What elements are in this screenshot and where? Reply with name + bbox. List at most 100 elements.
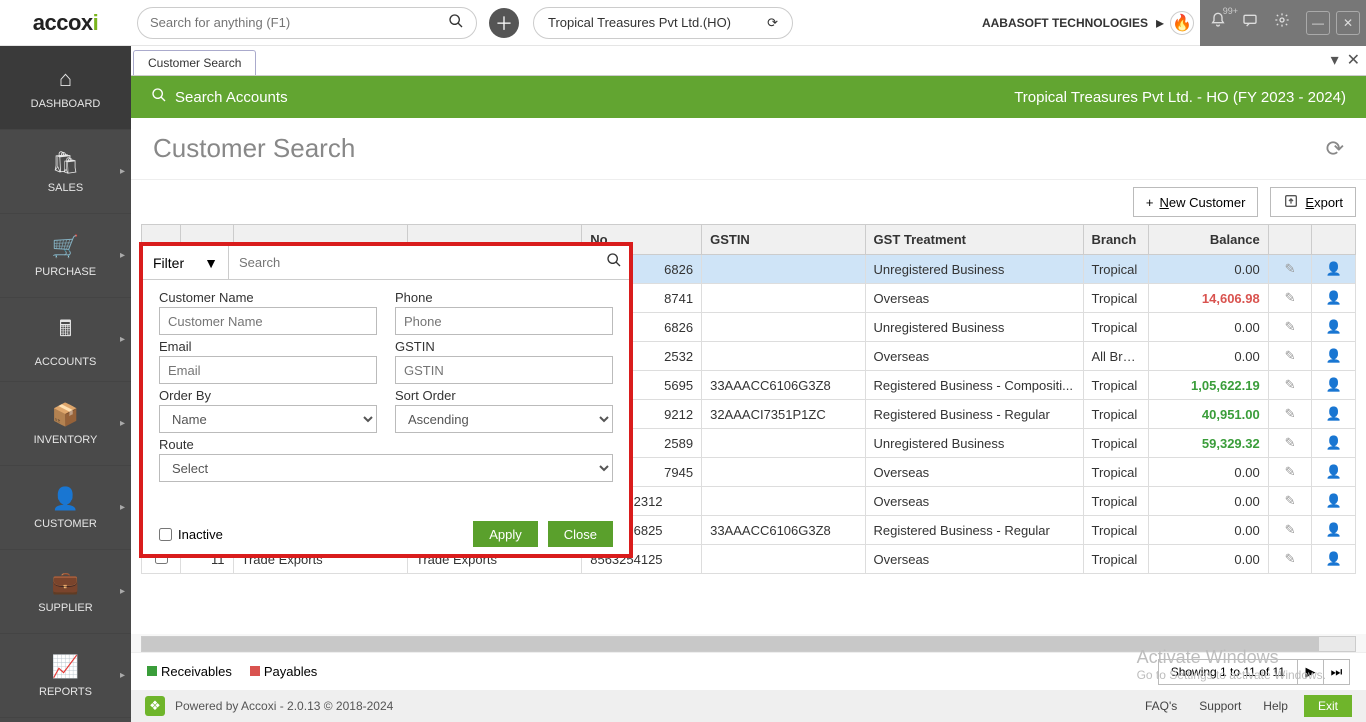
sidebar-item-sales[interactable]: 🛍SALES▸ [0, 130, 131, 214]
edit-icon[interactable]: ✎ [1268, 255, 1312, 284]
fire-icon[interactable]: 🔥 [1170, 11, 1194, 35]
cell-gst: Registered Business - Compositi... [865, 371, 1083, 400]
select-sortorder[interactable]: Ascending [395, 405, 613, 433]
search-icon[interactable] [599, 252, 629, 273]
cell-branch: All Branc [1083, 342, 1148, 371]
exit-button[interactable]: Exit [1304, 695, 1352, 717]
sidebar-item-inventory[interactable]: 📦INVENTORY▸ [0, 382, 131, 466]
input-gstin[interactable] [395, 356, 613, 384]
gear-icon[interactable] [1272, 12, 1292, 33]
user-icon[interactable]: 👤 [1312, 487, 1356, 516]
cell-gstin [702, 342, 865, 371]
edit-icon[interactable]: ✎ [1268, 516, 1312, 545]
user-icon[interactable]: 👤 [1312, 458, 1356, 487]
edit-icon[interactable]: ✎ [1268, 429, 1312, 458]
footer-link-faq[interactable]: FAQ's [1145, 699, 1177, 713]
bell-icon[interactable]: 99+ [1208, 12, 1228, 33]
user-icon[interactable]: 👤 [1312, 313, 1356, 342]
org-name: Tropical Treasures Pvt Ltd.(HO) [548, 15, 731, 30]
global-search-input[interactable] [150, 15, 448, 30]
sidebar-item-reports[interactable]: 📈REPORTS▸ [0, 634, 131, 718]
person-icon: 👤 [52, 486, 79, 512]
refresh-icon[interactable]: ⟳ [1326, 136, 1344, 162]
edit-icon[interactable]: ✎ [1268, 400, 1312, 429]
user-icon[interactable]: 👤 [1312, 371, 1356, 400]
input-phone[interactable] [395, 307, 613, 335]
search-icon [151, 87, 167, 107]
user-icon[interactable]: 👤 [1312, 400, 1356, 429]
global-search[interactable] [137, 7, 477, 39]
user-icon[interactable]: 👤 [1312, 516, 1356, 545]
powered-by: Powered by Accoxi - 2.0.13 © 2018-2024 [175, 699, 393, 713]
pager-next[interactable]: ▶ [1297, 660, 1323, 684]
chevron-right-icon: ▸ [120, 502, 125, 513]
col-branch[interactable]: Branch [1083, 225, 1148, 255]
horizontal-scrollbar[interactable] [141, 636, 1356, 652]
sidebar-label: ACCOUNTS [35, 356, 97, 368]
cell-gst: Overseas [865, 284, 1083, 313]
close-filter-button[interactable]: Close [548, 521, 613, 547]
pager: Showing 1 to 11 of 11 ▶ ⏭ [1158, 659, 1350, 685]
input-customer-name[interactable] [159, 307, 377, 335]
pager-last[interactable]: ⏭ [1323, 660, 1349, 684]
cell-branch: Tropical [1083, 284, 1148, 313]
cell-gstin [702, 255, 865, 284]
edit-icon[interactable]: ✎ [1268, 487, 1312, 516]
edit-icon[interactable]: ✎ [1268, 284, 1312, 313]
cell-gst: Registered Business - Regular [865, 400, 1083, 429]
add-button[interactable]: ＋ [489, 8, 519, 38]
refresh-icon: ⟳ [767, 15, 778, 31]
edit-icon[interactable]: ✎ [1268, 371, 1312, 400]
new-customer-button[interactable]: + New Customer [1133, 187, 1259, 217]
chat-icon[interactable] [1240, 12, 1260, 33]
inactive-checkbox-label[interactable]: Inactive [159, 527, 223, 542]
user-icon[interactable]: 👤 [1312, 255, 1356, 284]
sidebar-label: SUPPLIER [38, 602, 92, 614]
user-icon[interactable]: 👤 [1312, 545, 1356, 574]
col-gst-treatment[interactable]: GST Treatment [865, 225, 1083, 255]
sidebar-item-supplier[interactable]: 💼SUPPLIER▸ [0, 550, 131, 634]
tab-customer-search[interactable]: Customer Search [133, 50, 256, 75]
sidebar-item-dashboard[interactable]: ⌂ DASHBOARD [0, 46, 131, 130]
lbl-gstin: GSTIN [395, 339, 613, 354]
cell-branch: Tropical [1083, 545, 1148, 574]
input-email[interactable] [159, 356, 377, 384]
filter-panel: Filter▼ Customer Name Phone Email GSTIN … [139, 242, 633, 558]
filter-toggle[interactable]: Filter▼ [143, 246, 229, 279]
sidebar-item-accounts[interactable]: 🖩ACCOUNTS▸ [0, 298, 131, 382]
export-button[interactable]: Export [1270, 187, 1356, 217]
sidebar-label: DASHBOARD [31, 98, 101, 110]
page-header: Search Accounts Tropical Treasures Pvt L… [131, 76, 1366, 118]
edit-icon[interactable]: ✎ [1268, 545, 1312, 574]
sidebar-item-purchase[interactable]: 🛒PURCHASE▸ [0, 214, 131, 298]
apply-button[interactable]: Apply [473, 521, 538, 547]
user-icon[interactable]: 👤 [1312, 342, 1356, 371]
col-balance[interactable]: Balance [1148, 225, 1268, 255]
tab-close-icon[interactable]: ✕ [1347, 50, 1360, 70]
org-selector[interactable]: Tropical Treasures Pvt Ltd.(HO) ⟳ [533, 7, 793, 39]
tab-dropdown-icon[interactable]: ▾ [1331, 50, 1339, 70]
select-route[interactable]: Select [159, 454, 613, 482]
user-icon[interactable]: 👤 [1312, 284, 1356, 313]
content: Customer Search ▾ ✕ Search Accounts Trop… [131, 46, 1366, 722]
minimize-button[interactable]: — [1306, 11, 1330, 35]
close-button[interactable]: ✕ [1336, 11, 1360, 35]
sidebar-label: INVENTORY [34, 434, 98, 446]
select-orderby[interactable]: Name [159, 405, 377, 433]
home-icon: ⌂ [59, 66, 72, 92]
edit-icon[interactable]: ✎ [1268, 458, 1312, 487]
footer-link-help[interactable]: Help [1263, 699, 1288, 713]
edit-icon[interactable]: ✎ [1268, 313, 1312, 342]
sidebar-item-customer[interactable]: 👤CUSTOMER▸ [0, 466, 131, 550]
bag-icon: 🛍 [52, 150, 80, 176]
cell-balance: 0.00 [1148, 545, 1268, 574]
user-icon[interactable]: 👤 [1312, 429, 1356, 458]
edit-icon[interactable]: ✎ [1268, 342, 1312, 371]
filter-search-input[interactable] [229, 246, 599, 279]
footer-link-support[interactable]: Support [1199, 699, 1241, 713]
col-gstin[interactable]: GSTIN [702, 225, 865, 255]
chevron-right-icon: ▸ [120, 586, 125, 597]
sidebar-label: SALES [48, 182, 83, 194]
inactive-checkbox[interactable] [159, 528, 172, 541]
cell-branch: Tropical [1083, 458, 1148, 487]
